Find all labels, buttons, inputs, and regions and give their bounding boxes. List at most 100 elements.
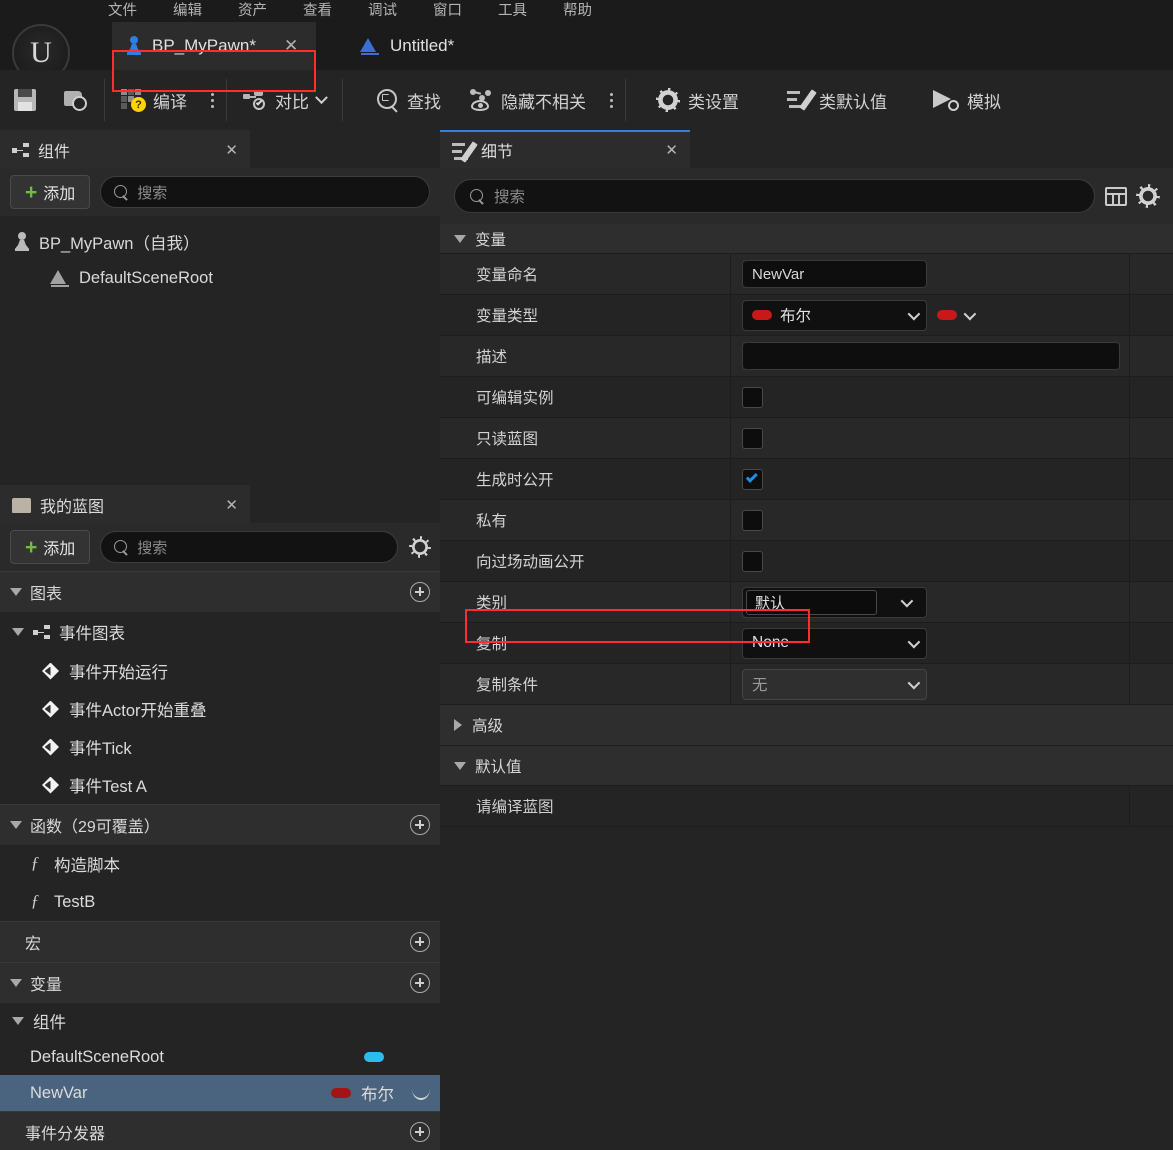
components-search-input[interactable]: 搜索 [100, 176, 430, 208]
variable-container-type-dropdown[interactable] [937, 307, 977, 320]
add-macro-button[interactable] [410, 932, 430, 952]
menu-item-debug[interactable]: 调试 [350, 0, 415, 22]
find-button[interactable]: 查找 [363, 70, 455, 130]
replication-condition-dropdown[interactable]: 无 [742, 668, 927, 700]
add-event-dispatcher-button[interactable] [410, 1122, 430, 1142]
section-macros-label: 宏 [25, 936, 42, 953]
list-item-function-testb[interactable]: ƒ TestB [0, 883, 440, 921]
category-input[interactable]: 默认 [746, 589, 877, 615]
browse-button[interactable] [50, 70, 102, 130]
variable-name-input[interactable]: NewVar [742, 260, 927, 288]
menu-item-asset[interactable]: 资产 [220, 0, 285, 22]
list-item-event-tick[interactable]: 事件Tick [0, 728, 440, 766]
components-panel-tab[interactable]: 组件 ✕ [0, 130, 250, 168]
chevron-down-icon[interactable] [10, 821, 22, 829]
list-item-variable-newvar[interactable]: NewVar 布尔 [0, 1075, 440, 1111]
section-event-dispatchers[interactable]: 事件分发器 [0, 1111, 440, 1150]
list-item-event-actorbeginoverlap[interactable]: 事件Actor开始重叠 [0, 690, 440, 728]
chevron-down-icon[interactable] [907, 635, 921, 648]
details-search-input[interactable]: 搜索 [454, 179, 1095, 213]
category-dropdown[interactable]: 默认 [742, 586, 927, 618]
menu-item-tools[interactable]: 工具 [480, 0, 545, 22]
tab-bp-mypawn[interactable]: BP_MyPawn* ✕ [112, 22, 316, 70]
plus-icon: + [25, 180, 38, 204]
subsection-components-group[interactable]: 组件 [0, 1003, 440, 1039]
details-section-advanced[interactable]: 高级 [440, 705, 1173, 746]
chevron-down-icon[interactable] [10, 588, 22, 596]
close-icon[interactable]: ✕ [284, 36, 298, 56]
list-item-event-testa[interactable]: 事件Test A [0, 766, 440, 804]
function-label: TestB [54, 892, 96, 911]
gear-icon[interactable] [1137, 185, 1159, 207]
add-function-button[interactable] [410, 815, 430, 835]
gear-icon[interactable] [410, 537, 430, 557]
chevron-down-icon[interactable] [907, 307, 921, 320]
details-panel-tab[interactable]: 细节 ✕ [440, 130, 690, 168]
add-variable-button[interactable] [410, 973, 430, 993]
details-section-variable[interactable]: 变量 [440, 224, 1173, 254]
menu-item-view[interactable]: 查看 [285, 0, 350, 22]
hide-unrelated-button[interactable]: 隐藏不相关 [455, 70, 600, 130]
chevron-down-icon[interactable] [10, 979, 22, 987]
expose-on-spawn-checkbox[interactable] [742, 468, 763, 490]
hide-unrelated-options-button[interactable] [600, 70, 623, 130]
blueprint-readonly-checkbox[interactable] [742, 427, 763, 449]
chevron-down-icon[interactable] [907, 676, 921, 689]
add-component-button[interactable]: + 添加 [10, 175, 91, 209]
section-functions[interactable]: 函数（29可覆盖） [0, 804, 440, 845]
compile-button[interactable]: ? 编译 [107, 70, 201, 130]
component-tree-row-self[interactable]: BP_MyPawn（自我） [0, 224, 440, 260]
section-graphs[interactable]: 图表 [0, 571, 440, 612]
add-new-button[interactable]: + 添加 [10, 530, 91, 564]
table-icon[interactable] [1105, 186, 1127, 206]
chevron-right-icon[interactable] [454, 719, 462, 731]
simulate-button[interactable]: 模拟 [919, 70, 1015, 130]
diff-button[interactable]: 对比 [229, 70, 340, 130]
add-graph-button[interactable] [410, 582, 430, 602]
instance-editable-checkbox[interactable] [742, 386, 763, 408]
save-button[interactable] [0, 70, 50, 130]
components-search-placeholder: 搜索 [137, 184, 168, 202]
eye-closed-icon[interactable] [412, 1087, 432, 1100]
diff-icon [243, 90, 267, 110]
search-icon [470, 189, 484, 203]
list-item-event-beginplay[interactable]: 事件开始运行 [0, 652, 440, 690]
chevron-down-icon[interactable] [454, 234, 466, 243]
chevron-down-icon[interactable] [12, 628, 24, 636]
compile-options-button[interactable] [201, 70, 224, 130]
expose-to-cinematics-checkbox[interactable] [742, 550, 763, 572]
variable-type-dropdown[interactable]: 布尔 [742, 299, 927, 331]
chevron-down-icon[interactable] [315, 90, 328, 104]
menu-item-window[interactable]: 窗口 [415, 0, 480, 22]
details-section-default-value[interactable]: 默认值 [440, 746, 1173, 786]
list-item-variable-defaultsceneroot[interactable]: DefaultSceneRoot [0, 1039, 440, 1075]
list-item-function-constructionscript[interactable]: ƒ 构造脚本 [0, 845, 440, 883]
close-icon[interactable]: ✕ [225, 141, 238, 159]
description-input[interactable] [742, 342, 1120, 370]
menu-item-help[interactable]: 帮助 [545, 0, 610, 22]
chevron-down-icon[interactable] [454, 761, 466, 770]
close-icon[interactable]: ✕ [225, 496, 238, 514]
class-settings-button[interactable]: 类设置 [642, 70, 753, 130]
details-row-replication-condition: 复制条件 无 [440, 664, 1173, 705]
menu-item-edit[interactable]: 编辑 [155, 0, 220, 22]
tab-untitled[interactable]: Untitled* [346, 22, 468, 70]
variable-name: DefaultSceneRoot [30, 1047, 164, 1066]
row-value: NewVar [731, 254, 1173, 294]
menu-item-file[interactable]: 文件 [90, 0, 155, 22]
chevron-down-icon[interactable] [12, 1017, 24, 1025]
my-blueprint-search-input[interactable]: 搜索 [100, 531, 398, 563]
replication-dropdown[interactable]: None [742, 627, 927, 659]
private-checkbox[interactable] [742, 509, 763, 531]
toolbar-divider [226, 79, 227, 121]
my-blueprint-panel-tab[interactable]: 我的蓝图 ✕ [0, 485, 250, 523]
section-macros[interactable]: 宏 [0, 921, 440, 962]
subsection-event-graph[interactable]: 事件图表 [0, 612, 440, 652]
close-icon[interactable]: ✕ [665, 141, 678, 159]
section-variables[interactable]: 变量 [0, 962, 440, 1003]
chevron-down-icon[interactable] [963, 307, 977, 320]
chevron-down-icon[interactable] [900, 594, 914, 607]
row-value: None [731, 623, 1173, 663]
component-tree-row-defaultsceneroot[interactable]: DefaultSceneRoot [0, 260, 440, 296]
class-defaults-button[interactable]: 类默认值 [773, 70, 901, 130]
